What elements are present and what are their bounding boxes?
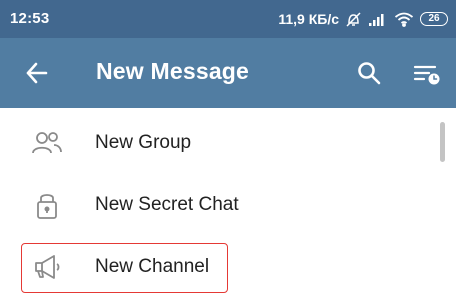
menu-item-label: New Secret Chat (95, 194, 239, 215)
new-message-menu: New Group New Secret Chat New Channel (0, 108, 456, 299)
status-time: 12:53 (10, 10, 50, 27)
alarm-off-icon (345, 11, 362, 28)
network-speed: 11,9 КБ/с (278, 11, 339, 27)
sort-button[interactable] (412, 62, 442, 86)
battery-indicator: 26 (420, 12, 448, 26)
page-title: New Message (96, 58, 250, 84)
group-icon (30, 128, 64, 158)
wifi-icon (394, 12, 414, 27)
signal-icon (368, 12, 388, 26)
sort-clock-icon (413, 65, 440, 85)
search-icon (358, 62, 381, 85)
scrollbar[interactable] (440, 122, 445, 162)
search-button[interactable] (356, 60, 382, 86)
status-bar: 12:53 11,9 КБ/с 26 (0, 0, 456, 38)
toolbar: New Message (0, 38, 456, 108)
menu-item-new-secret-chat[interactable]: New Secret Chat (0, 174, 440, 236)
status-indicators: 11,9 КБ/с 26 (278, 9, 448, 29)
lock-icon (30, 190, 64, 220)
back-arrow-icon (26, 62, 48, 84)
back-button[interactable] (24, 61, 54, 85)
menu-item-new-group[interactable]: New Group (0, 112, 440, 174)
highlight-box (21, 243, 228, 293)
menu-item-label: New Group (95, 132, 192, 153)
